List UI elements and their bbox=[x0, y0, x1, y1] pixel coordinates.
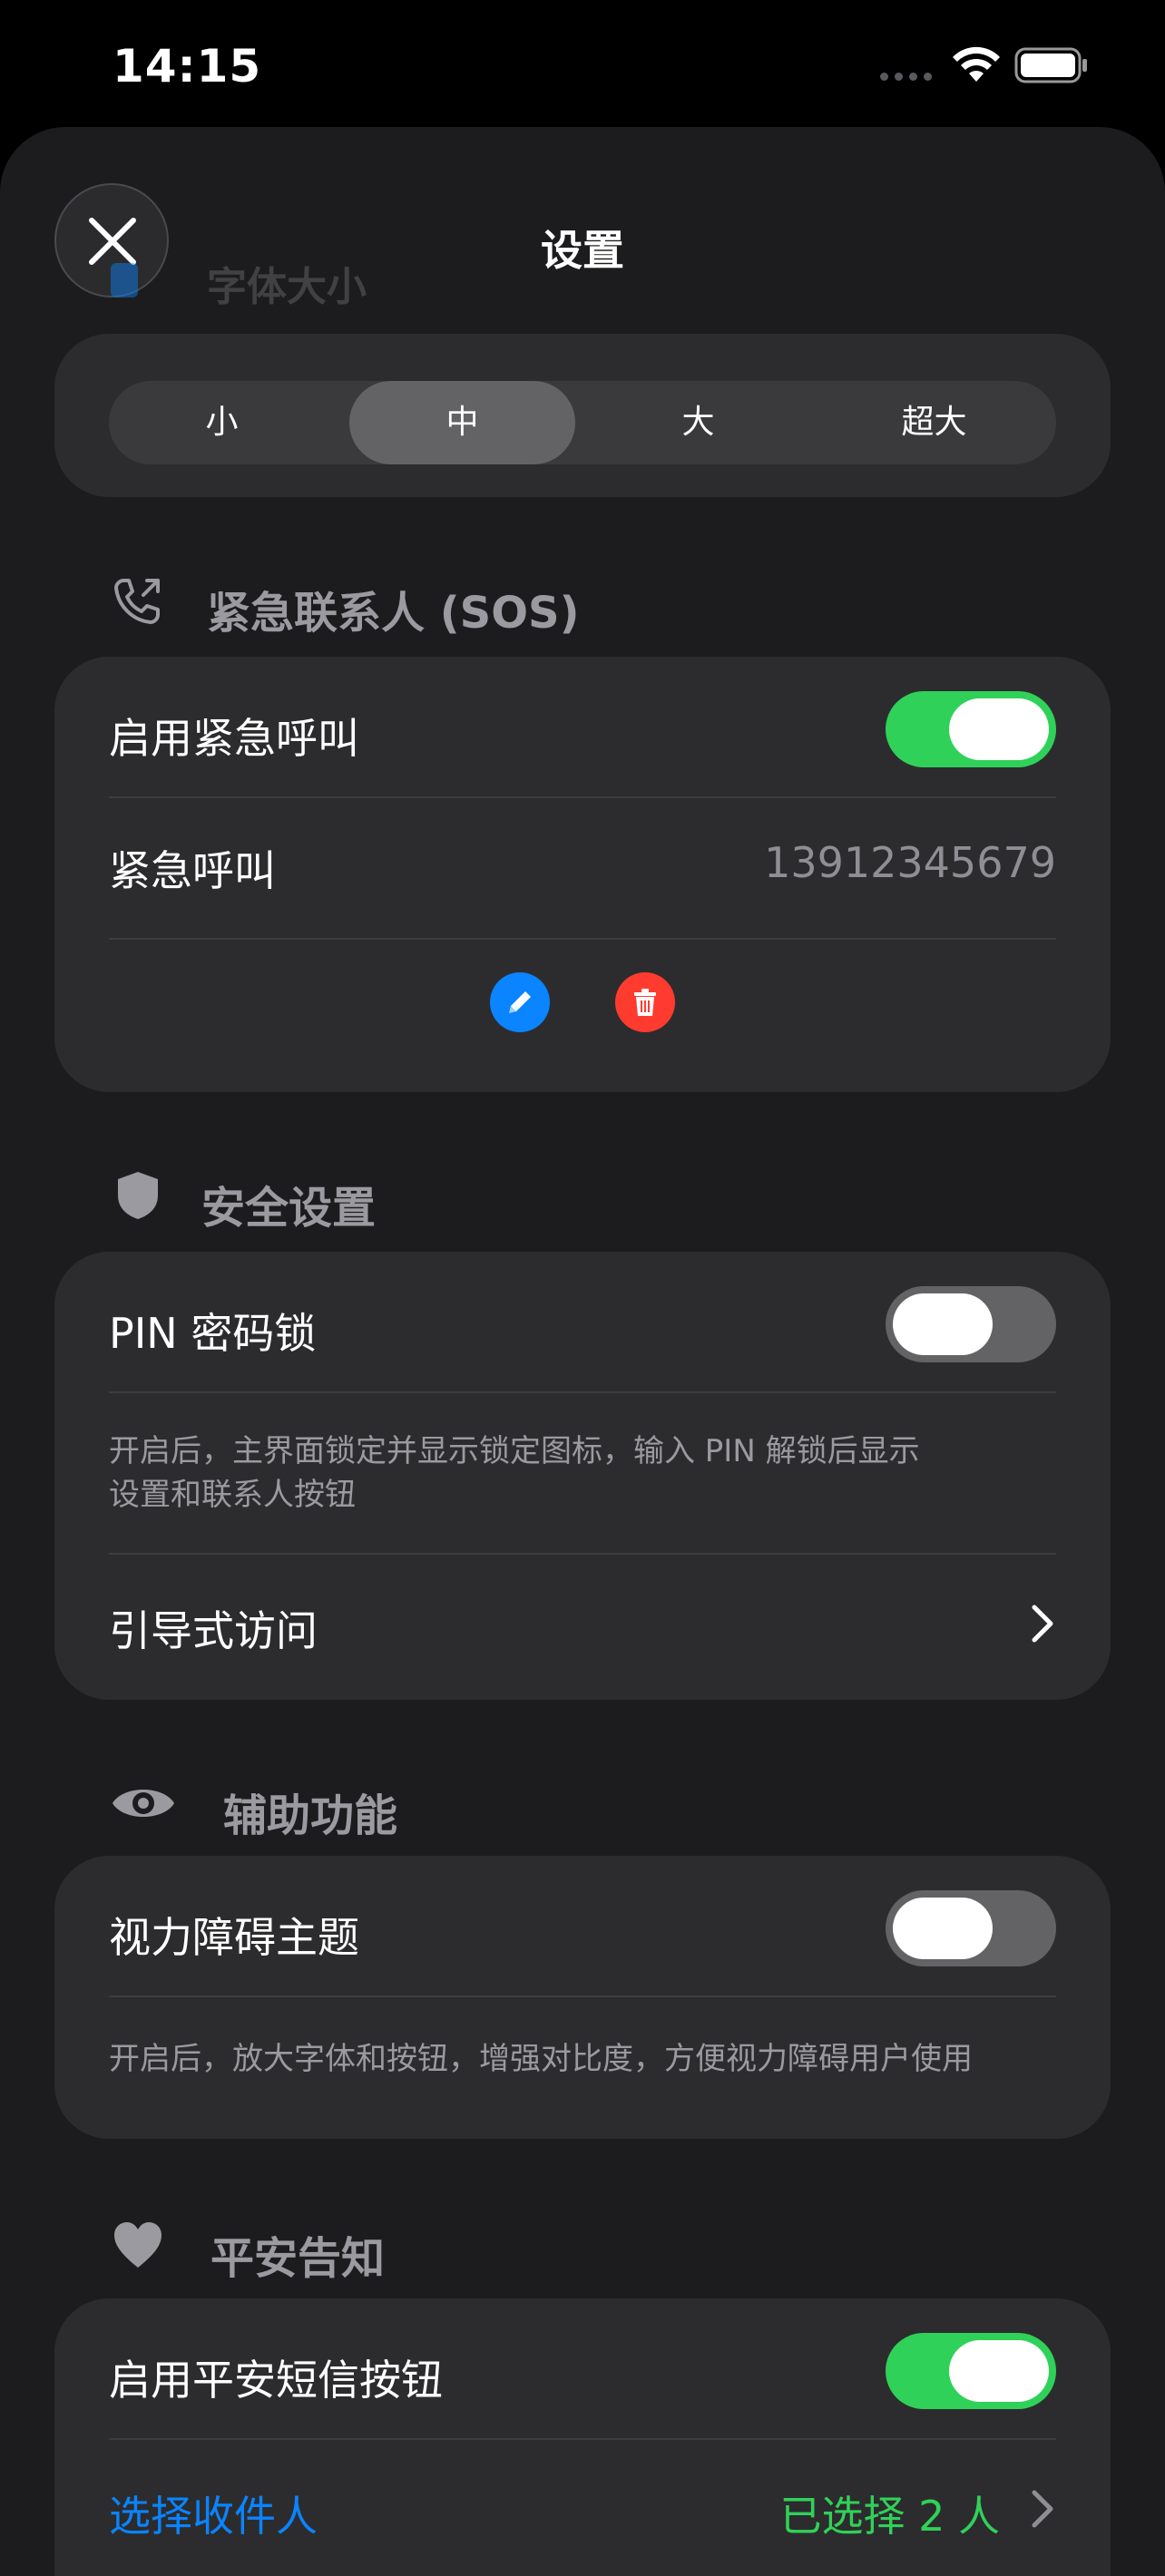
enable-emergency-call-label: 启用紧急呼叫 bbox=[109, 714, 359, 763]
cellular-signal-icon bbox=[880, 73, 935, 82]
chevron-right-icon bbox=[1032, 1605, 1053, 1643]
accessibility-card: 视力障碍主题 开启后，放大字体和按钮，增强对比度，方便视力障碍用户使用 bbox=[54, 1856, 1111, 2139]
pin-lock-description-line-1: 开启后，主界面锁定并显示锁定图标，输入 PIN 解锁后显示 bbox=[109, 1433, 920, 1469]
pin-lock-description-line-2: 设置和联系人按钮 bbox=[109, 1477, 356, 1513]
enable-emergency-call-toggle[interactable] bbox=[886, 691, 1056, 767]
pin-lock-toggle[interactable] bbox=[886, 1286, 1056, 1362]
guided-access-row[interactable]: 引导式访问 bbox=[109, 1582, 1056, 1664]
emergency-contact-label: 紧急呼叫 bbox=[109, 846, 276, 895]
divider bbox=[109, 1391, 1056, 1393]
font-size-option-xlarge[interactable]: 超大 bbox=[821, 381, 1047, 464]
vision-theme-toggle[interactable] bbox=[886, 1890, 1056, 1966]
guided-access-label: 引导式访问 bbox=[109, 1606, 318, 1655]
shield-icon bbox=[118, 1172, 158, 1219]
edit-contact-button[interactable] bbox=[490, 972, 550, 1032]
pencil-icon bbox=[509, 991, 531, 1013]
pin-lock-label: PIN 密码锁 bbox=[109, 1309, 317, 1358]
phone-callback-icon bbox=[114, 579, 160, 624]
vision-theme-description: 开启后，放大字体和按钮，增强对比度，方便视力障碍用户使用 bbox=[109, 2041, 973, 2077]
font-size-option-small[interactable]: 小 bbox=[109, 381, 335, 464]
safety-card: 启用平安短信按钮 选择收件人 已选择 2 人 bbox=[54, 2298, 1111, 2576]
divider bbox=[109, 1553, 1056, 1555]
recipients-count: 已选择 2 人 bbox=[779, 2492, 1000, 2541]
text-size-icon bbox=[111, 263, 138, 298]
security-card: PIN 密码锁 开启后，主界面锁定并显示锁定图标，输入 PIN 解锁后显示 设置… bbox=[54, 1252, 1111, 1700]
font-size-option-large[interactable]: 大 bbox=[585, 381, 811, 464]
toggle-knob bbox=[893, 1293, 993, 1355]
sos-section-label: 紧急联系人 (SOS) bbox=[207, 588, 580, 639]
vision-theme-label: 视力障碍主题 bbox=[109, 1913, 359, 1962]
status-time: 14:15 bbox=[113, 40, 262, 93]
battery-icon bbox=[1014, 47, 1087, 83]
select-recipients-row[interactable]: 选择收件人 已选择 2 人 bbox=[109, 2471, 1056, 2545]
eye-icon bbox=[113, 1790, 174, 1817]
toggle-knob bbox=[949, 698, 1049, 760]
emergency-contact-row[interactable]: 紧急呼叫 13912345679 bbox=[109, 825, 1056, 900]
font-size-section-label: 字体大小 bbox=[207, 264, 367, 310]
font-size-card: 小 中 大 超大 bbox=[54, 334, 1111, 497]
divider bbox=[109, 938, 1056, 940]
safety-sms-button-toggle[interactable] bbox=[886, 2333, 1056, 2409]
toggle-knob bbox=[893, 1898, 993, 1959]
select-recipients-label: 选择收件人 bbox=[109, 2492, 318, 2541]
status-bar: 14:15 bbox=[0, 0, 1165, 127]
accessibility-section-label: 辅助功能 bbox=[223, 1791, 398, 1841]
font-size-option-medium[interactable]: 中 bbox=[349, 381, 575, 464]
safety-sms-button-label: 启用平安短信按钮 bbox=[109, 2356, 443, 2405]
divider bbox=[109, 2438, 1056, 2440]
font-size-segmented-control: 小 中 大 超大 bbox=[109, 381, 1056, 464]
heart-icon bbox=[114, 2222, 162, 2268]
wifi-icon bbox=[953, 46, 1000, 82]
security-section-label: 安全设置 bbox=[201, 1183, 377, 1234]
chevron-right-icon bbox=[1032, 2490, 1053, 2528]
emergency-contact-number: 13912345679 bbox=[764, 838, 1056, 887]
divider bbox=[109, 1995, 1056, 1997]
sos-card: 启用紧急呼叫 紧急呼叫 13912345679 bbox=[54, 657, 1111, 1092]
divider bbox=[109, 796, 1056, 798]
safety-section-label: 平安告知 bbox=[210, 2233, 386, 2284]
trash-icon bbox=[634, 989, 656, 1016]
settings-sheet: 设置 字体大小 小 中 大 超大 紧急联系人 (SOS) 启用紧急呼叫 紧急呼叫… bbox=[0, 127, 1165, 2576]
sheet-title: 设置 bbox=[541, 226, 624, 275]
toggle-knob bbox=[949, 2340, 1049, 2402]
delete-contact-button[interactable] bbox=[615, 972, 675, 1032]
pin-lock-description: 开启后，主界面锁定并显示锁定图标，输入 PIN 解锁后显示 设置和联系人按钮 bbox=[109, 1429, 1016, 1517]
